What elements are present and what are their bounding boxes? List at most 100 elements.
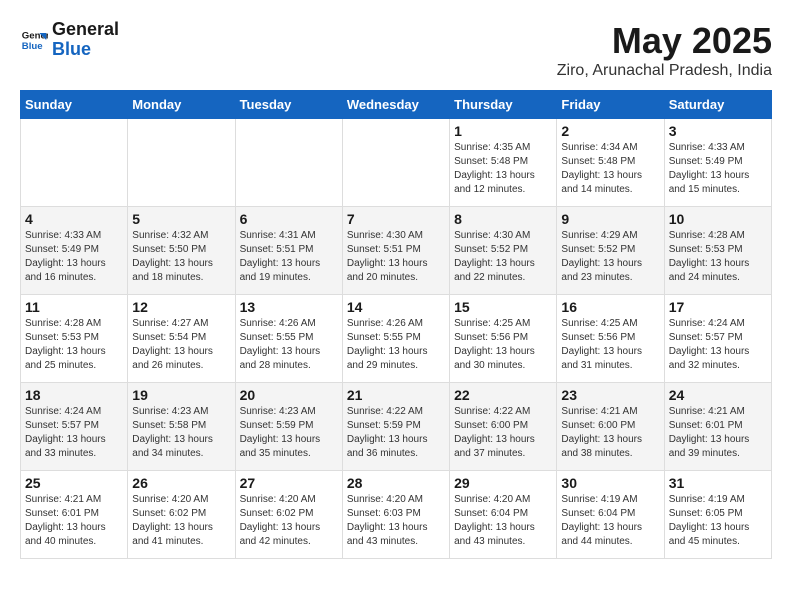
day-info: Sunrise: 4:19 AM Sunset: 6:05 PM Dayligh… [669,493,767,549]
day-info: Sunrise: 4:29 AM Sunset: 5:52 PM Dayligh… [561,229,659,285]
calendar-cell: 5 Sunrise: 4:32 AM Sunset: 5:50 PM Daylig… [128,207,235,295]
day-of-week-header: Sunday [21,91,128,119]
day-number: 15 [454,299,552,315]
day-info: Sunrise: 4:33 AM Sunset: 5:49 PM Dayligh… [25,229,123,285]
calendar-cell: 8Sunrise: 4:30 AM Sunset: 5:52 PM Daylig… [450,207,557,295]
svg-text:Blue: Blue [22,41,43,52]
day-info: Sunrise: 4:21 AM Sunset: 6:01 PM Dayligh… [25,493,123,549]
calendar-header: SundayMondayTuesdayWednesdayThursdayFrid… [21,91,772,119]
day-of-week-header: Tuesday [235,91,342,119]
day-number: 8 [454,211,552,227]
calendar-cell: 12Sunrise: 4:27 AM Sunset: 5:54 PM Dayli… [128,295,235,383]
day-number: 21 [347,387,445,403]
day-number: 30 [561,475,659,491]
day-number: 28 [347,475,445,491]
calendar-cell: 18 Sunrise: 4:24 AM Sunset: 5:57 PM Dayli… [21,383,128,471]
day-info: Sunrise: 4:31 AM Sunset: 5:51 PM Dayligh… [240,229,338,285]
day-info: Sunrise: 4:26 AM Sunset: 5:55 PM Dayligh… [347,317,445,373]
day-number: 18 [25,387,123,403]
day-number: 2 [561,123,659,139]
day-number: 6 [240,211,338,227]
calendar-cell: 24Sunrise: 4:21 AM Sunset: 6:01 PM Dayli… [664,383,771,471]
logo: General Blue General Blue [20,20,119,60]
calendar-cell: 31 Sunrise: 4:19 AM Sunset: 6:05 PM Dayli… [664,471,771,559]
day-number: 5 [132,211,230,227]
calendar-cell [21,119,128,207]
calendar-cell: 20Sunrise: 4:23 AM Sunset: 5:59 PM Dayli… [235,383,342,471]
calendar-cell: 13 Sunrise: 4:26 AM Sunset: 5:55 PM Dayli… [235,295,342,383]
day-info: Sunrise: 4:33 AM Sunset: 5:49 PM Dayligh… [669,141,767,197]
calendar-cell [342,119,449,207]
day-info: Sunrise: 4:20 AM Sunset: 6:03 PM Dayligh… [347,493,445,549]
day-number: 1 [454,123,552,139]
day-of-week-header: Friday [557,91,664,119]
calendar-cell: 29 Sunrise: 4:20 AM Sunset: 6:04 PM Dayli… [450,471,557,559]
day-number: 31 [669,475,767,491]
calendar-cell: 1 Sunrise: 4:35 AM Sunset: 5:48 PM Daylig… [450,119,557,207]
day-info: Sunrise: 4:23 AM Sunset: 5:58 PM Dayligh… [132,405,230,461]
calendar-week-row: 1 Sunrise: 4:35 AM Sunset: 5:48 PM Daylig… [21,119,772,207]
calendar-cell: 21Sunrise: 4:22 AM Sunset: 5:59 PM Dayli… [342,383,449,471]
calendar-cell: 11 Sunrise: 4:28 AM Sunset: 5:53 PM Dayli… [21,295,128,383]
day-number: 19 [132,387,230,403]
title-block: May 2025 Ziro, Arunachal Pradesh, India [557,20,772,80]
calendar-cell: 3 Sunrise: 4:33 AM Sunset: 5:49 PM Daylig… [664,119,771,207]
calendar-cell: 16Sunrise: 4:25 AM Sunset: 5:56 PM Dayli… [557,295,664,383]
day-info: Sunrise: 4:28 AM Sunset: 5:53 PM Dayligh… [25,317,123,373]
day-info: Sunrise: 4:24 AM Sunset: 5:57 PM Dayligh… [669,317,767,373]
calendar-cell: 22Sunrise: 4:22 AM Sunset: 6:00 PM Dayli… [450,383,557,471]
day-of-week-header: Monday [128,91,235,119]
calendar-cell [128,119,235,207]
day-number: 11 [25,299,123,315]
day-info: Sunrise: 4:19 AM Sunset: 6:04 PM Dayligh… [561,493,659,549]
day-number: 10 [669,211,767,227]
day-number: 24 [669,387,767,403]
day-number: 25 [25,475,123,491]
main-title: May 2025 [557,20,772,62]
day-info: Sunrise: 4:32 AM Sunset: 5:50 PM Dayligh… [132,229,230,285]
day-info: Sunrise: 4:28 AM Sunset: 5:53 PM Dayligh… [669,229,767,285]
calendar-cell: 14Sunrise: 4:26 AM Sunset: 5:55 PM Dayli… [342,295,449,383]
day-number: 27 [240,475,338,491]
day-of-week-header: Saturday [664,91,771,119]
day-info: Sunrise: 4:23 AM Sunset: 5:59 PM Dayligh… [240,405,338,461]
day-info: Sunrise: 4:25 AM Sunset: 5:56 PM Dayligh… [454,317,552,373]
day-info: Sunrise: 4:26 AM Sunset: 5:55 PM Dayligh… [240,317,338,373]
day-number: 7 [347,211,445,227]
calendar-cell: 7Sunrise: 4:30 AM Sunset: 5:51 PM Daylig… [342,207,449,295]
calendar-week-row: 11 Sunrise: 4:28 AM Sunset: 5:53 PM Dayli… [21,295,772,383]
day-of-week-header: Wednesday [342,91,449,119]
calendar-table: SundayMondayTuesdayWednesdayThursdayFrid… [20,90,772,559]
day-number: 17 [669,299,767,315]
page-header: General Blue General Blue May 2025 Ziro,… [20,20,772,80]
day-number: 23 [561,387,659,403]
calendar-week-row: 25 Sunrise: 4:21 AM Sunset: 6:01 PM Dayli… [21,471,772,559]
calendar-cell: 27 Sunrise: 4:20 AM Sunset: 6:02 PM Dayli… [235,471,342,559]
day-info: Sunrise: 4:27 AM Sunset: 5:54 PM Dayligh… [132,317,230,373]
calendar-cell: 19 Sunrise: 4:23 AM Sunset: 5:58 PM Dayli… [128,383,235,471]
day-number: 16 [561,299,659,315]
subtitle: Ziro, Arunachal Pradesh, India [557,62,772,80]
day-number: 29 [454,475,552,491]
calendar-week-row: 4Sunrise: 4:33 AM Sunset: 5:49 PM Daylig… [21,207,772,295]
calendar-cell: 28 Sunrise: 4:20 AM Sunset: 6:03 PM Dayli… [342,471,449,559]
calendar-cell: 4Sunrise: 4:33 AM Sunset: 5:49 PM Daylig… [21,207,128,295]
calendar-cell: 25 Sunrise: 4:21 AM Sunset: 6:01 PM Dayli… [21,471,128,559]
days-of-week-row: SundayMondayTuesdayWednesdayThursdayFrid… [21,91,772,119]
calendar-cell: 10 Sunrise: 4:28 AM Sunset: 5:53 PM Dayli… [664,207,771,295]
logo-icon: General Blue [20,26,48,54]
calendar-cell [235,119,342,207]
day-number: 13 [240,299,338,315]
calendar-body: 1 Sunrise: 4:35 AM Sunset: 5:48 PM Daylig… [21,119,772,559]
calendar-cell: 26Sunrise: 4:20 AM Sunset: 6:02 PM Dayli… [128,471,235,559]
calendar-cell: 2 Sunrise: 4:34 AM Sunset: 5:48 PM Daylig… [557,119,664,207]
day-info: Sunrise: 4:20 AM Sunset: 6:02 PM Dayligh… [132,493,230,549]
calendar-cell: 9 Sunrise: 4:29 AM Sunset: 5:52 PM Daylig… [557,207,664,295]
day-info: Sunrise: 4:20 AM Sunset: 6:02 PM Dayligh… [240,493,338,549]
day-info: Sunrise: 4:24 AM Sunset: 5:57 PM Dayligh… [25,405,123,461]
day-info: Sunrise: 4:35 AM Sunset: 5:48 PM Dayligh… [454,141,552,197]
day-number: 9 [561,211,659,227]
day-number: 3 [669,123,767,139]
day-info: Sunrise: 4:34 AM Sunset: 5:48 PM Dayligh… [561,141,659,197]
day-info: Sunrise: 4:20 AM Sunset: 6:04 PM Dayligh… [454,493,552,549]
